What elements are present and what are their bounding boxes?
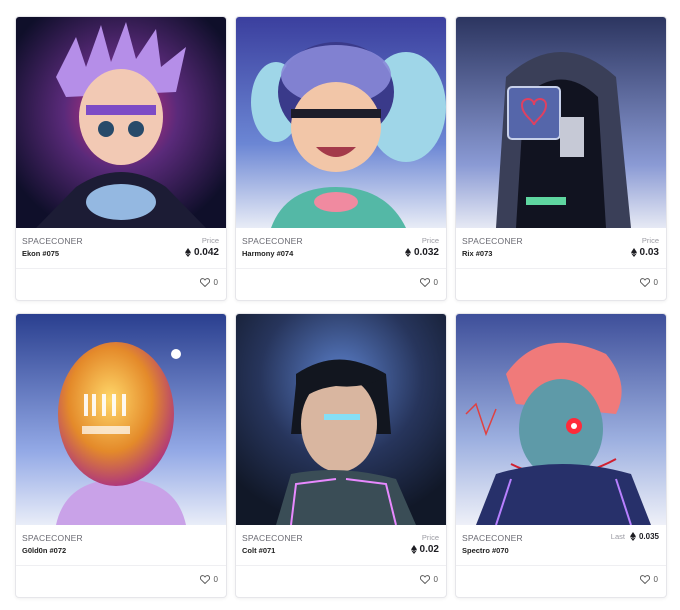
card-footer: 0 <box>236 269 446 300</box>
collection-name[interactable]: SPACECONER <box>242 236 303 246</box>
like-count: 0 <box>653 278 658 287</box>
nft-info: SPACECONER G0ld0n #072 <box>16 525 226 566</box>
like-button[interactable]: 0 <box>199 278 218 287</box>
price-amount: 0.042 <box>193 247 219 258</box>
collection-name[interactable]: SPACECONER <box>462 236 523 246</box>
last-price: Last 0.035 <box>611 532 659 541</box>
nft-card[interactable]: SPACECONER Harmony #074 Price 0.032 0 <box>235 16 447 301</box>
collection-name[interactable]: SPACECONER <box>22 236 83 246</box>
heart-icon <box>419 575 430 584</box>
card-footer: 0 <box>456 269 666 300</box>
nft-artwork[interactable] <box>236 17 446 228</box>
price-value: 0.042 <box>184 247 219 258</box>
nft-info: SPACECONER Spectro #070 Last 0.035 <box>456 525 666 566</box>
price-label: Price <box>421 236 439 245</box>
nft-card[interactable]: SPACECONER Colt #071 Price 0.02 0 <box>235 313 447 598</box>
card-footer: 0 <box>16 269 226 300</box>
nft-card[interactable]: SPACECONER G0ld0n #072 0 <box>15 313 227 598</box>
price-label: Price <box>421 533 439 542</box>
token-name[interactable]: Spectro #070 <box>462 546 509 555</box>
token-name[interactable]: G0ld0n #072 <box>22 546 66 555</box>
like-count: 0 <box>653 575 658 584</box>
price-amount: 0.032 <box>413 247 439 258</box>
card-footer: 0 <box>456 566 666 597</box>
token-name[interactable]: Colt #071 <box>242 546 275 555</box>
eth-icon <box>629 532 636 541</box>
like-button[interactable]: 0 <box>639 278 658 287</box>
nft-artwork[interactable] <box>236 314 446 525</box>
like-button[interactable]: 0 <box>419 575 438 584</box>
price-label: Price <box>201 236 219 245</box>
nft-card[interactable]: SPACECONER Spectro #070 Last 0.035 0 <box>455 313 667 598</box>
like-count: 0 <box>213 575 218 584</box>
price-value: 0.02 <box>410 544 439 555</box>
card-footer: 0 <box>236 566 446 597</box>
nft-info: SPACECONER Harmony #074 Price 0.032 <box>236 228 446 269</box>
collection-name[interactable]: SPACECONER <box>22 533 83 543</box>
collection-name[interactable]: SPACECONER <box>462 533 523 543</box>
price-amount: 0.035 <box>638 532 659 541</box>
nft-info: SPACECONER Colt #071 Price 0.02 <box>236 525 446 566</box>
heart-icon <box>199 575 210 584</box>
heart-icon <box>199 278 210 287</box>
like-button[interactable]: 0 <box>419 278 438 287</box>
price-label: Last <box>610 532 625 541</box>
nft-info: SPACECONER Ekon #075 Price 0.042 <box>16 228 226 269</box>
card-footer: 0 <box>16 566 226 597</box>
like-count: 0 <box>213 278 218 287</box>
heart-icon <box>419 278 430 287</box>
like-count: 0 <box>433 278 438 287</box>
nft-artwork[interactable] <box>16 17 226 228</box>
eth-icon <box>630 248 637 257</box>
like-count: 0 <box>433 575 438 584</box>
like-button[interactable]: 0 <box>199 575 218 584</box>
price-value: 0.032 <box>404 247 439 258</box>
nft-artwork[interactable] <box>16 314 226 525</box>
nft-artwork[interactable] <box>456 17 666 228</box>
price-amount: 0.02 <box>419 544 439 555</box>
price-value: 0.03 <box>630 247 659 258</box>
token-name[interactable]: Rix #073 <box>462 249 492 258</box>
like-button[interactable]: 0 <box>639 575 658 584</box>
heart-icon <box>639 575 650 584</box>
eth-icon <box>404 248 411 257</box>
nft-grid: SPACECONER Ekon #075 Price 0.042 0 SPACE… <box>0 0 680 610</box>
token-name[interactable]: Ekon #075 <box>22 249 59 258</box>
heart-icon <box>639 278 650 287</box>
nft-card[interactable]: SPACECONER Ekon #075 Price 0.042 0 <box>15 16 227 301</box>
price-label: Price <box>641 236 659 245</box>
token-name[interactable]: Harmony #074 <box>242 249 293 258</box>
nft-info: SPACECONER Rix #073 Price 0.03 <box>456 228 666 269</box>
eth-icon <box>184 248 191 257</box>
eth-icon <box>410 545 417 554</box>
nft-card[interactable]: SPACECONER Rix #073 Price 0.03 0 <box>455 16 667 301</box>
nft-artwork[interactable] <box>456 314 666 525</box>
collection-name[interactable]: SPACECONER <box>242 533 303 543</box>
price-amount: 0.03 <box>639 247 659 258</box>
